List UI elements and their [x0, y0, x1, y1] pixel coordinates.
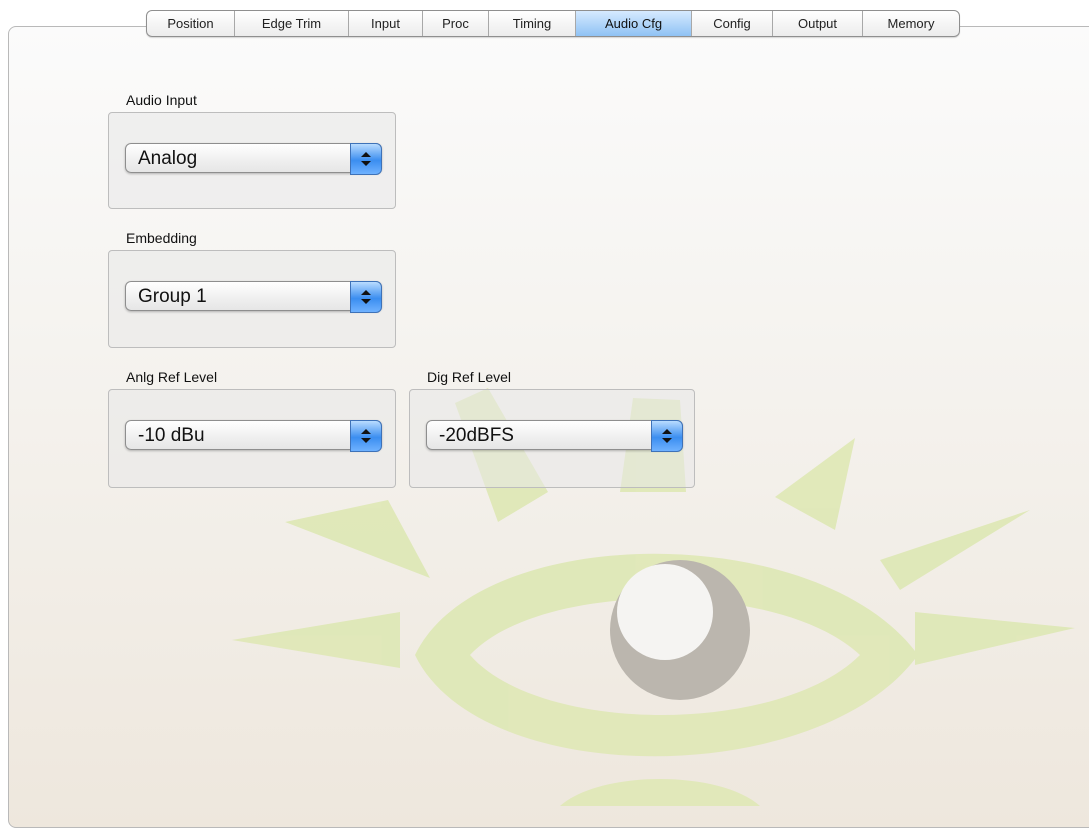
dig-ref-level-select[interactable]: -20dBFS — [426, 420, 683, 452]
embedding-group: Group 1 — [108, 250, 396, 348]
stepper-arrows-icon — [651, 420, 683, 452]
tab-input[interactable]: Input — [349, 11, 423, 36]
tab-output[interactable]: Output — [773, 11, 863, 36]
tab-position[interactable]: Position — [147, 11, 235, 36]
stepper-arrows-icon — [350, 143, 382, 175]
stepper-arrows-icon — [350, 281, 382, 313]
tab-memory[interactable]: Memory — [863, 11, 959, 36]
tab-edge-trim[interactable]: Edge Trim — [235, 11, 349, 36]
tab-timing[interactable]: Timing — [489, 11, 576, 36]
embedding-select[interactable]: Group 1 — [125, 281, 382, 313]
dig-ref-level-label: Dig Ref Level — [427, 369, 512, 385]
anlg-ref-level-label: Anlg Ref Level — [126, 369, 218, 385]
tab-audio-cfg[interactable]: Audio Cfg — [576, 11, 692, 36]
stepper-arrows-icon — [350, 420, 382, 452]
tab-config[interactable]: Config — [692, 11, 773, 36]
audio-input-label: Audio Input — [126, 92, 197, 108]
anlg-ref-level-select[interactable]: -10 dBu — [125, 420, 382, 452]
dig-ref-level-value: -20dBFS — [439, 425, 514, 446]
tab-proc[interactable]: Proc — [423, 11, 489, 36]
audio-input-value: Analog — [138, 148, 198, 169]
embedding-value: Group 1 — [138, 286, 207, 307]
anlg-ref-level-group: -10 dBu — [108, 389, 396, 488]
embedding-label: Embedding — [126, 230, 197, 246]
anlg-ref-level-value: -10 dBu — [138, 425, 205, 446]
audio-input-select[interactable]: Analog — [125, 143, 382, 175]
audio-input-group: Analog — [108, 112, 396, 209]
tab-bar: Position Edge Trim Input Proc Timing Aud… — [146, 10, 960, 37]
dig-ref-level-group: -20dBFS — [409, 389, 695, 488]
